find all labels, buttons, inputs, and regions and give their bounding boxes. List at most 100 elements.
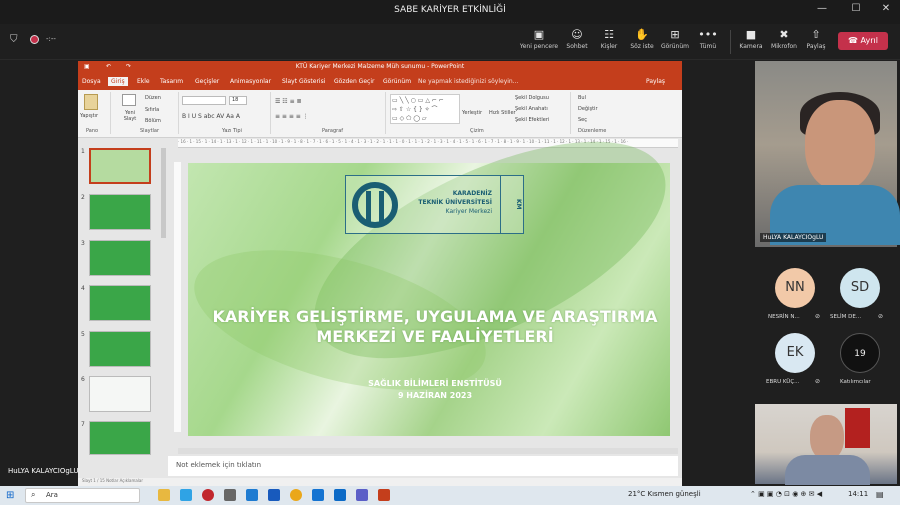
ribbon-tabs: Dosya Giriş Ekle Tasarım Geçişler Animas… (78, 76, 682, 90)
reset-button[interactable]: Sıfırla (145, 107, 159, 113)
slide-thumbnail-4[interactable] (89, 285, 151, 321)
undo-icon[interactable]: ↶ (106, 63, 111, 70)
vertical-ruler (174, 162, 181, 432)
app-icon[interactable] (202, 489, 214, 501)
font-name-input[interactable] (182, 96, 226, 105)
word-icon[interactable] (268, 489, 280, 501)
leave-button[interactable]: ☎ Ayrıl (838, 32, 888, 50)
shapes-gallery[interactable]: ▭ ╲ ╲ ○ ▭ △ ⌐ ⌐ ⇨ ⇧ ☆ { } ✧ ⌒ ▭ ◇ ⬠ ◯ ▱ (390, 94, 460, 124)
new-slide-button[interactable]: Yeni Slayt (120, 110, 140, 122)
participant-name: NESRİN N... (768, 314, 800, 320)
shape-effects-button[interactable]: Şekil Efektleri (515, 117, 549, 123)
tab-review[interactable]: Gözden Geçir (334, 78, 374, 85)
slide-subtitle-line1: SAĞLIK BİLİMLERİ ENSTİTÜSÜ (368, 379, 502, 388)
list-buttons[interactable]: ☰ ☷ ≡ ≣ (275, 98, 302, 105)
edge-icon[interactable] (180, 489, 192, 501)
minimize-button[interactable]: — (812, 3, 832, 19)
presenter-name: HuLYA KALAYCIOgLU (760, 233, 827, 242)
logo-text-line1: KARADENİZ (452, 190, 492, 197)
mic-off-icon: ⊘ (878, 313, 884, 320)
tab-animations[interactable]: Animasyonlar (230, 78, 271, 85)
slide-thumbnail-2[interactable] (89, 194, 151, 230)
ktu-emblem-inner (366, 191, 384, 223)
align-buttons[interactable]: ≡ ≡ ≡ ≡ ⋮ (275, 113, 309, 120)
find-button[interactable]: Bul (578, 95, 586, 101)
mic-off-icon: ⊘ (815, 313, 821, 320)
quick-styles-button[interactable]: Hızlı Stiller (489, 110, 516, 116)
thumbnail-number: 7 (81, 421, 85, 428)
replace-button[interactable]: Değiştir (578, 106, 598, 112)
tell-me-box[interactable]: Ne yapmak istediğinizi söyleyin... (418, 78, 518, 85)
close-window-button[interactable]: ✕ (876, 3, 896, 19)
slide-scrollbar[interactable] (178, 448, 678, 454)
slide-thumbnail-7[interactable] (89, 421, 151, 455)
tab-file[interactable]: Dosya (82, 78, 101, 85)
powerpoint-icon[interactable] (378, 489, 390, 501)
shape-outline-button[interactable]: Şekil Anahatı (515, 106, 548, 112)
share-icon: ⇧ (811, 28, 821, 41)
select-button[interactable]: Seç (578, 117, 587, 123)
notes-pane[interactable]: Not eklemek için tıklatın (168, 456, 678, 476)
save-icon[interactable]: ▣ (84, 63, 90, 70)
logo-text-line3: Kariyer Merkezi (445, 208, 492, 215)
avatar-ek[interactable]: EK (775, 333, 815, 373)
paste-button[interactable]: Yapıştır (80, 113, 98, 119)
clock[interactable]: 14:11 (848, 490, 868, 498)
shape-fill-button[interactable]: Şekil Dolgusu (515, 95, 549, 101)
participant-face (810, 415, 844, 460)
shield-icon: ⛉ (10, 34, 18, 45)
more-button[interactable]: ••• Tümü (687, 27, 729, 57)
thumbnail-scrollbar[interactable] (161, 148, 166, 238)
slide-title: KARİYER GELİŞTİRME, UYGULAMA VE ARAŞTIRM… (200, 307, 670, 347)
slide-subtitle-line2: 9 HAZİRAN 2023 (397, 391, 473, 400)
new-window-button[interactable]: ▣ Yeni pencere (518, 27, 560, 57)
tray-icons[interactable]: ⌃ ▣ ▣ ◔ ⊡ ◉ ⊕ ✉ ◀ (750, 490, 822, 498)
group-font: Yazı Tipi (222, 128, 242, 134)
layout-button[interactable]: Düzen (145, 95, 161, 101)
tab-insert[interactable]: Ekle (137, 78, 150, 85)
tab-home[interactable]: Giriş (108, 77, 128, 86)
section-button[interactable]: Bölüm (145, 118, 161, 124)
participant-count[interactable]: 19 (840, 333, 880, 373)
tab-transitions[interactable]: Geçişler (195, 78, 219, 85)
app-icon[interactable] (224, 489, 236, 501)
screen-share-presenter: HuLYA KALAYCIOgLU (8, 467, 79, 475)
slide-thumbnail-5[interactable] (89, 331, 151, 367)
ribbon-divider (385, 92, 386, 134)
thumbnail-number: 4 (81, 285, 85, 292)
avatar-nn[interactable]: NN (775, 268, 815, 308)
chrome-icon[interactable] (290, 489, 302, 501)
slide-thumbnail-1[interactable] (89, 148, 151, 184)
tab-view[interactable]: Görünüm (383, 78, 411, 85)
group-clipboard: Pano (86, 128, 99, 134)
avatar-sd[interactable]: SD (840, 268, 880, 308)
arrange-button[interactable]: Yerleştir (462, 110, 482, 116)
group-editing: Düzenleme (578, 128, 607, 134)
app-icon[interactable] (246, 489, 258, 501)
slide-thumbnail-6[interactable] (89, 376, 151, 412)
powerpoint-status-bar: Slayt 1 / 15 Notlar Açıklamalar (78, 478, 682, 486)
redo-icon[interactable]: ↷ (126, 63, 131, 70)
format-buttons[interactable]: B I U S abc AV Aa A (182, 113, 240, 120)
participant-name: SELİM DE... (830, 314, 862, 320)
notifications-icon[interactable]: ▤ (876, 490, 884, 499)
powerpoint-title-bar: KTÜ Kariyer Merkezi Malzeme Müh sunumu -… (78, 61, 682, 76)
taskbar-search[interactable]: Ara (25, 488, 140, 503)
tab-slideshow[interactable]: Slayt Gösterisi (282, 78, 325, 85)
font-size-input[interactable]: 18 (229, 96, 247, 105)
thumbnail-number: 5 (81, 331, 85, 338)
file-explorer-icon[interactable] (158, 489, 170, 501)
app-icon[interactable] (334, 489, 346, 501)
slide-title-line2: MERKEZİ VE FAALİYETLERİ (316, 327, 554, 346)
maximize-button[interactable]: ☐ (846, 3, 866, 19)
teams-icon[interactable] (356, 489, 368, 501)
share-button[interactable]: ⇧ Paylaş (795, 27, 837, 57)
tab-design[interactable]: Tasarım (160, 78, 183, 85)
share-ppt-button[interactable]: Paylaş (646, 78, 665, 85)
weather-status[interactable]: 21°C Kısmen güneşli (628, 490, 701, 498)
windows-start-icon[interactable]: ⊞ (6, 490, 14, 501)
mic-off-icon: ⊘ (815, 378, 821, 385)
slide-subtitle: SAĞLIK BİLİMLERİ ENSTİTÜSÜ 9 HAZİRAN 202… (300, 378, 570, 402)
outlook-icon[interactable] (312, 489, 324, 501)
slide-thumbnail-3[interactable] (89, 240, 151, 276)
